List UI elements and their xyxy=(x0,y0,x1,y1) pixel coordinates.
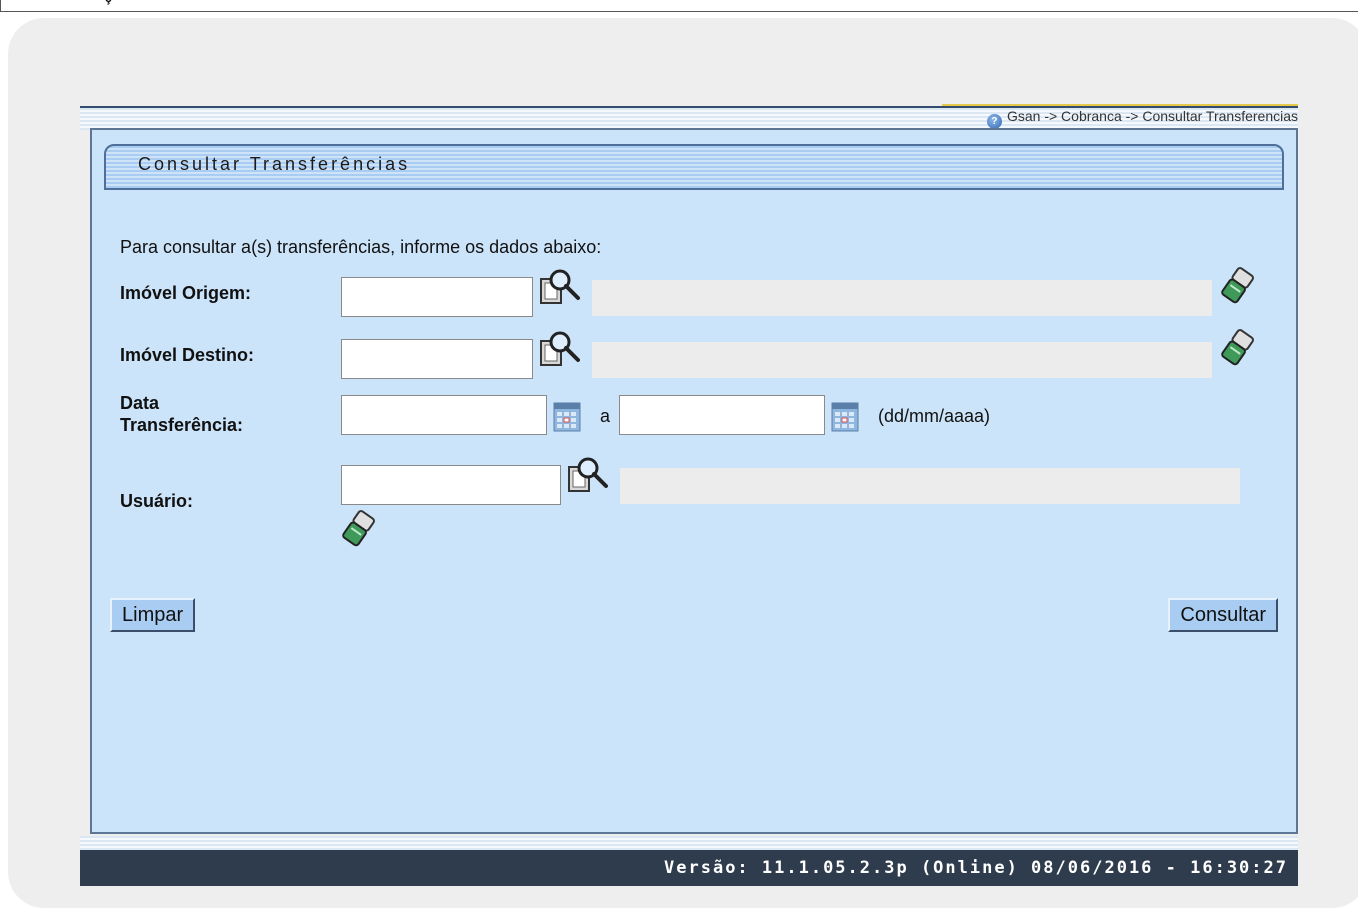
data-label-line1: Data xyxy=(120,393,160,413)
help-icon[interactable]: ? xyxy=(986,114,1002,129)
title-bar: Consultar Transferências xyxy=(104,144,1284,190)
instructions-text: Para consultar a(s) transferências, info… xyxy=(120,237,602,257)
date-format-hint: (dd/mm/aaaa) xyxy=(878,406,991,426)
data-label-line2: Transferência: xyxy=(120,415,244,435)
search-lookup-icon[interactable] xyxy=(538,267,582,307)
calendar-icon[interactable] xyxy=(831,402,859,432)
eraser-icon[interactable] xyxy=(1220,267,1254,305)
imovel-destino-description xyxy=(592,342,1212,378)
search-lookup-icon[interactable] xyxy=(538,329,582,369)
date-range-separator: a xyxy=(600,406,611,426)
imovel-origem-label: Imóvel Origem: xyxy=(120,283,252,303)
eraser-icon[interactable] xyxy=(1220,329,1254,367)
breadcrumb: ? Gsan -> Cobranca -> Consultar Transfere… xyxy=(986,108,1298,129)
app-frame: ? Gsan -> Cobranca -> Consultar Transfere… xyxy=(80,104,1298,886)
breadcrumb-text: Gsan -> Cobranca -> Consultar Transferen… xyxy=(1006,108,1298,124)
top-window-strip: ç xyxy=(0,0,1358,12)
data-transferencia-label: Data Transferência: xyxy=(120,392,243,436)
usuario-input[interactable] xyxy=(341,465,561,505)
top-text-fragment: ç xyxy=(105,0,112,5)
usuario-description xyxy=(620,468,1240,504)
limpar-button[interactable]: Limpar xyxy=(110,598,196,632)
calendar-icon[interactable] xyxy=(553,402,581,432)
imovel-destino-input[interactable] xyxy=(341,339,533,379)
footer-stripe xyxy=(80,836,1298,850)
main-panel: Consultar Transferências Para consultar … xyxy=(90,128,1298,834)
eraser-icon[interactable] xyxy=(341,510,375,548)
imovel-destino-label: Imóvel Destino: xyxy=(120,345,255,365)
header-accent-line xyxy=(942,104,1298,106)
search-lookup-icon[interactable] xyxy=(566,455,610,495)
page-title: Consultar Transferências xyxy=(138,154,411,174)
consultar-button[interactable]: Consultar xyxy=(1168,598,1278,632)
usuario-label: Usuário: xyxy=(120,491,194,511)
imovel-origem-input[interactable] xyxy=(341,277,533,317)
data-inicial-input[interactable] xyxy=(341,395,547,435)
version-footer: Versão: 11.1.05.2.3p (Online) 08/06/2016… xyxy=(80,850,1298,886)
imovel-origem-description xyxy=(592,280,1212,316)
data-final-input[interactable] xyxy=(619,395,825,435)
